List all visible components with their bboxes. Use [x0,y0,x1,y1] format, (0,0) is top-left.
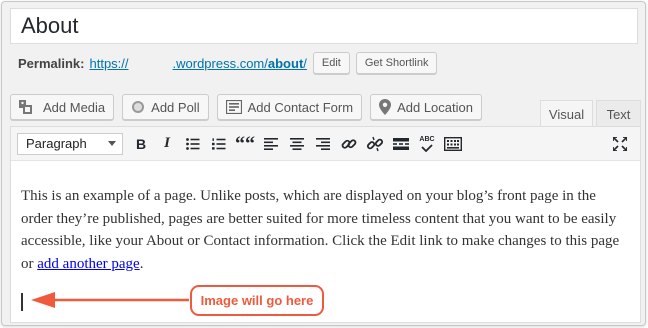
poll-icon [132,101,145,113]
add-contact-form-button[interactable]: Add Contact Form [216,94,363,120]
add-media-label: Add Media [43,99,106,115]
add-media-button[interactable]: Add Media [10,94,115,120]
add-contact-form-label: Add Contact Form [247,99,354,115]
permalink-label: Permalink: [18,55,85,71]
permalink-edit-button[interactable]: Edit [312,52,350,74]
page-editor-frame: About Permalink: https://.wordpress.com/… [1,1,646,326]
tab-text[interactable]: Text [596,100,641,127]
location-pin-icon [379,99,392,115]
add-media-icon [19,100,32,114]
permalink-url[interactable]: https://.wordpress.com/about/ [89,56,306,71]
page-title-input[interactable]: About [10,8,638,44]
add-location-label: Add Location [397,99,473,115]
media-buttons-row: Add Media Add Poll Add Contact Form Add … [10,94,482,120]
get-shortlink-button[interactable]: Get Shortlink [355,52,438,74]
annotation-arrow [31,292,189,308]
add-poll-button[interactable]: Add Poll [122,94,209,120]
tab-visual[interactable]: Visual [540,100,593,127]
permalink-row: Permalink: https://.wordpress.com/about/… [18,52,438,74]
add-poll-label: Add Poll [151,99,200,115]
add-location-button[interactable]: Add Location [370,94,482,120]
annotation-callout: Image will go here [190,285,324,316]
contact-form-icon [225,100,242,114]
editor-area: Paragraph B I ““ ABC This is an example … [10,126,641,323]
